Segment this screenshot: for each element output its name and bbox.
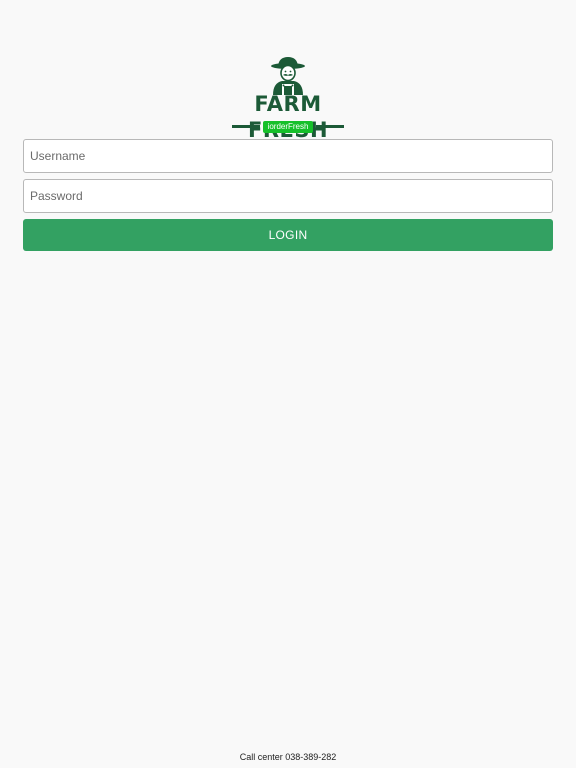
status-bar xyxy=(0,0,576,12)
call-center-text: Call center 038-389-282 xyxy=(239,752,337,762)
farm-fresh-logo: FARM FRESH iorderFresh xyxy=(228,54,348,142)
username-input[interactable] xyxy=(23,139,553,173)
logo-tagline: iorderFresh xyxy=(263,121,313,133)
password-input[interactable] xyxy=(23,179,553,213)
logo-rule-left xyxy=(232,125,260,128)
logo-rule-right xyxy=(316,125,344,128)
logo-wordmark: FARM FRESH xyxy=(248,92,328,142)
login-button[interactable]: LOGIN xyxy=(23,219,553,251)
